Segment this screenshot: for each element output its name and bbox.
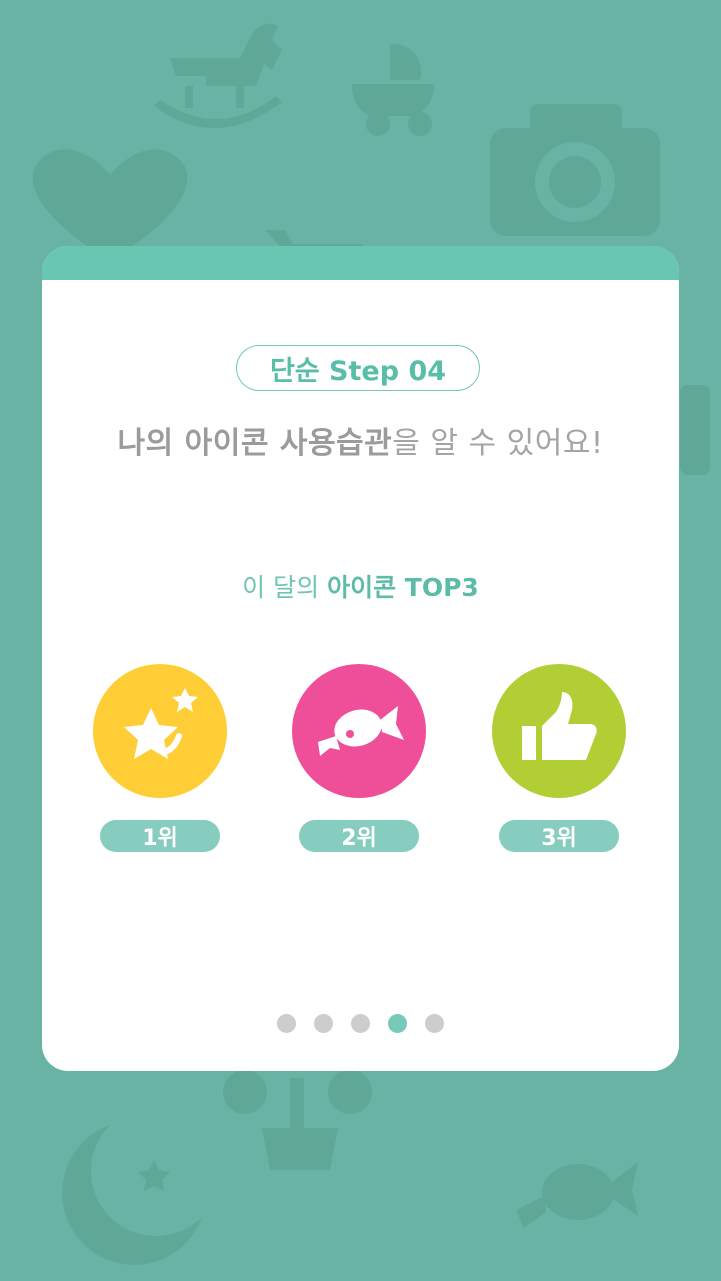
headline-light: 을 알 수 있어요! — [392, 426, 604, 461]
rank-item-3[interactable]: 3위 — [491, 664, 627, 852]
rank-circle-3 — [492, 664, 626, 798]
step-badge: 단순 Step 04 — [236, 345, 480, 391]
top3-strong: 아이콘 — [327, 573, 397, 602]
rank-item-1[interactable]: 1위 — [92, 664, 228, 852]
moon-icon — [62, 1125, 203, 1265]
rank-circle-2 — [292, 664, 426, 798]
rank-label-3: 3위 — [541, 826, 577, 851]
stroller-icon — [352, 43, 434, 136]
page-dot-5[interactable] — [425, 1014, 444, 1033]
onboarding-card: 단순 Step 04 나의 아이콘 사용습관을 알 수 있어요! 이 달의 아이… — [42, 246, 679, 1071]
page-dot-4-active[interactable] — [388, 1014, 407, 1033]
candy-icon — [318, 706, 404, 756]
rank-item-2[interactable]: 2위 — [291, 664, 427, 852]
rank-badge-3: 3위 — [499, 820, 619, 852]
heart-icon — [32, 149, 188, 260]
headline: 나의 아이콘 사용습관을 알 수 있어요! — [42, 418, 679, 462]
card-header-bar — [42, 246, 679, 280]
rank-badge-1: 1위 — [100, 820, 220, 852]
step-label: 단순 Step 04 — [269, 355, 447, 387]
rank-label-1: 1위 — [142, 826, 178, 851]
stars-icon — [124, 688, 198, 759]
page-dot-3[interactable] — [351, 1014, 370, 1033]
rocking-horse-icon — [154, 23, 282, 129]
camera-icon — [490, 104, 660, 236]
pagination-dots — [42, 1014, 679, 1033]
candy-icon — [516, 1162, 638, 1228]
top3-prefix: 이 달의 — [242, 573, 328, 602]
rank-badge-2: 2위 — [299, 820, 419, 852]
rank-label-2: 2위 — [341, 826, 377, 851]
flower-pot-icon — [223, 1070, 372, 1170]
thumbs-up-icon — [522, 692, 597, 760]
page-dot-1[interactable] — [277, 1014, 296, 1033]
headline-bold: 나의 아이콘 사용습관 — [117, 426, 393, 461]
top3-title: 이 달의 아이콘 TOP3 — [42, 568, 679, 604]
top3-suffix: TOP3 — [396, 573, 479, 602]
rank-circle-1 — [93, 664, 227, 798]
page-dot-2[interactable] — [314, 1014, 333, 1033]
